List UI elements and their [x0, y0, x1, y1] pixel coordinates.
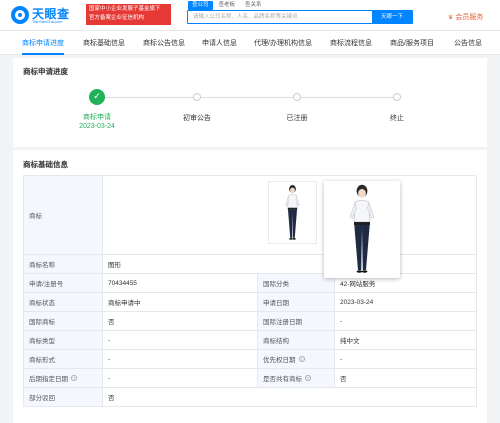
field-label: 部分驳回 [24, 388, 103, 406]
logo-eye-icon [11, 6, 29, 24]
field-value: 否 [103, 388, 477, 406]
tab-basic-info[interactable]: 商标基础信息 [83, 31, 125, 55]
step-date: 2023-03-24 [79, 123, 115, 130]
search-input[interactable] [188, 11, 372, 23]
banner-line-2: 官方备案企业征信机构 [89, 15, 145, 21]
table-row: 部分驳回 否 [24, 388, 477, 407]
field-label: 商标形式 [24, 350, 103, 368]
step-label: 商标申请 [83, 114, 111, 121]
field-label: 商标结构 [258, 331, 335, 349]
search-tab-boss[interactable]: 查老板 [215, 1, 240, 10]
help-icon[interactable]: ? [305, 375, 311, 381]
field-value: 否 [103, 312, 258, 330]
help-icon[interactable]: ? [298, 356, 305, 362]
table-row: 申请/注册号 70434455 国际分类 42-网站服务 [24, 274, 477, 293]
step-dot [193, 93, 201, 101]
vip-label: 会员服务 [455, 14, 484, 21]
basic-info-section-title: 商标基础信息 [23, 160, 68, 169]
step-label: 初审公告 [183, 115, 211, 122]
table-row: 后期指定日期 ? - 是否共有商标 ? 否 [24, 369, 477, 388]
search-tab-company[interactable]: 查公司 [188, 1, 213, 10]
tab-notice-info[interactable]: 公告信息 [454, 31, 482, 55]
step-dot [393, 93, 401, 101]
field-label: 申请/注册号 [24, 274, 103, 292]
field-value: 商标申请中 [103, 293, 258, 311]
tab-announcement-info[interactable]: 商标公告信息 [143, 31, 185, 55]
search-button[interactable]: 天眼一下 [372, 11, 412, 23]
tianyancha-logo[interactable]: 天眼查 TianYanCha.com [11, 5, 69, 25]
field-value: 否 [335, 369, 477, 387]
field-label: 国际商标 [24, 312, 103, 330]
logo-domain: TianYanCha.com [32, 19, 63, 24]
tab-agency-info[interactable]: 代理/办理机构信息 [254, 31, 312, 55]
step-dot [293, 93, 301, 101]
search-type-tabs: 查公司 查老板 查关系 [188, 1, 266, 10]
table-row: 商标名称 图形 [24, 255, 477, 274]
field-label: 商标名称 [24, 255, 103, 273]
crown-icon: ♛ [448, 14, 454, 21]
table-row: 商标形式 - 优先权日期 ? - [24, 350, 477, 369]
detail-tabs: 商标申请进度 商标基础信息 商标公告信息 申请人信息 代理/办理机构信息 商标流… [0, 31, 500, 55]
later-designation-label: 后期指定日期 ? [24, 369, 103, 387]
trademark-image-thumbnail[interactable] [268, 181, 317, 244]
promo-banner[interactable]: 国家中小企业发展子基金旗下 官方备案企业征信机构 [86, 4, 171, 25]
shared-trademark-label: 是否共有商标 ? [258, 369, 335, 387]
trademark-figure-image-large [349, 184, 375, 273]
field-label: 商标类型 [24, 331, 103, 349]
banner-line-1: 国家中小企业发展子基金旗下 [89, 6, 161, 12]
basic-info-table: 商标 商标名称 图形 申请/注册号 70434455 国际分类 42-网站服务 … [23, 175, 477, 407]
help-icon[interactable]: ? [71, 375, 77, 381]
table-row: 国际商标 否 国际注册日期 - [24, 312, 477, 331]
search-tab-relation[interactable]: 查关系 [241, 1, 266, 10]
basic-info-panel: 商标基础信息 商标 商标名称 图形 申请/注册号 70434455 国际分类 4… [13, 150, 487, 423]
field-value: 2023-03-24 [335, 293, 477, 311]
field-label: 是否共有商标 [263, 376, 302, 383]
trademark-image-preview [324, 181, 400, 278]
tab-goods-services[interactable]: 商品/服务项目 [390, 31, 434, 55]
table-row: 商标 [24, 176, 477, 255]
step-label: 已注册 [286, 115, 308, 122]
field-label: 商标状态 [24, 293, 103, 311]
field-value: - [103, 350, 258, 368]
field-value: - [103, 369, 258, 387]
field-label: 后期指定日期 [29, 376, 68, 383]
field-label: 申请日期 [258, 293, 335, 311]
priority-date-label: 优先权日期 ? [258, 350, 335, 368]
field-value: 图形 [103, 255, 477, 273]
application-progress-panel: 商标申请进度 ✓ 商标申请 2023-03-24 初审公告 已注册 终止 [13, 58, 487, 147]
table-row: 商标状态 商标申请中 申请日期 2023-03-24 [24, 293, 477, 312]
check-icon: ✓ [89, 89, 105, 105]
tab-process-info[interactable]: 商标流程信息 [330, 31, 372, 55]
field-value: - [335, 312, 477, 330]
progress-line [97, 97, 401, 98]
field-label: 国际注册日期 [258, 312, 335, 330]
search-box: 天眼一下 [187, 10, 413, 24]
field-value: - [103, 331, 258, 349]
field-value: 纯中文 [335, 331, 477, 349]
top-header: 天眼查 TianYanCha.com 国家中小企业发展子基金旗下 官方备案企业征… [0, 0, 500, 31]
vip-service-link[interactable]: ♛ 会员服务 [448, 12, 483, 22]
field-value: - [335, 350, 477, 368]
table-row: 商标类型 - 商标结构 纯中文 [24, 331, 477, 350]
field-value: 70434455 [103, 274, 258, 292]
trademark-image-label: 商标 [24, 176, 103, 254]
field-label: 优先权日期 [263, 357, 296, 364]
trademark-figure-image [285, 185, 300, 240]
tab-applicant-info[interactable]: 申请人信息 [202, 31, 237, 55]
step-label: 终止 [390, 115, 404, 122]
tab-application-progress[interactable]: 商标申请进度 [22, 31, 64, 55]
progress-section-title: 商标申请进度 [23, 67, 68, 76]
